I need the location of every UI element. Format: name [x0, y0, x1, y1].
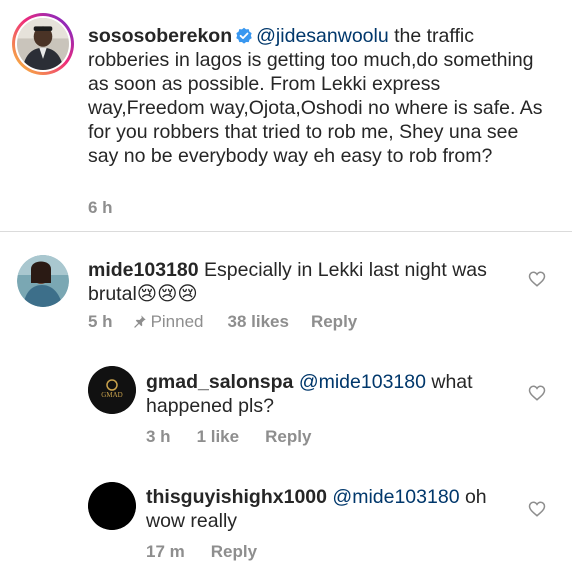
avatar-photo — [88, 482, 136, 530]
post-caption: sososoberekon @jidesanwoolu the traffic r… — [0, 0, 572, 232]
reply-button[interactable]: Reply — [311, 312, 357, 331]
pin-icon — [133, 315, 146, 328]
comment-meta: 5 h Pinned 38 likes Reply — [88, 312, 379, 332]
comment-username[interactable]: gmad_salonspa — [146, 371, 293, 393]
comment-avatar-mide103180[interactable] — [17, 255, 69, 307]
post-mention[interactable]: @jidesanwoolu — [256, 25, 389, 47]
comment-avatar-thisguyishighx1000[interactable] — [88, 482, 136, 530]
like-heart-icon[interactable] — [528, 500, 546, 518]
post-time: 6 h — [88, 198, 113, 217]
comment-mention[interactable]: @mide103180 — [332, 486, 459, 508]
like-heart-icon[interactable] — [528, 270, 546, 288]
comment-avatar-gmad-salonspa[interactable]: GMAD — [88, 366, 136, 414]
avatar-photo — [17, 255, 69, 307]
avatar-photo — [17, 18, 69, 70]
comment-time: 17 m — [146, 542, 185, 561]
reply-button[interactable]: Reply — [265, 427, 311, 446]
comment-text: thisguyishighx1000 @mide103180 oh wow re… — [146, 485, 506, 533]
likes-count[interactable]: 38 likes — [228, 312, 289, 331]
comment-time: 5 h — [88, 312, 113, 331]
post-text: sososoberekon @jidesanwoolu the traffic r… — [88, 24, 548, 168]
comment-mention[interactable]: @mide103180 — [299, 371, 426, 393]
comment-username[interactable]: mide103180 — [88, 259, 199, 281]
like-heart-icon[interactable] — [528, 384, 546, 402]
post-author-avatar[interactable] — [12, 13, 74, 75]
comment-meta: 17 m Reply — [146, 542, 279, 562]
comment-time: 3 h — [146, 427, 171, 446]
post-meta: 6 h — [88, 198, 135, 218]
gmad-logo-icon: GMAD — [88, 366, 136, 414]
comment-text: mide103180 Especially in Lekki last nigh… — [88, 258, 518, 306]
comment-text: gmad_salonspa @mide103180 what happened … — [146, 370, 506, 418]
pinned-label: Pinned — [150, 312, 204, 331]
comment-meta: 3 h 1 like Reply — [146, 427, 333, 447]
post-username[interactable]: sososoberekon — [88, 25, 232, 47]
reply-button[interactable]: Reply — [211, 542, 257, 561]
gmad-logo-text: GMAD — [101, 391, 122, 399]
comment-username[interactable]: thisguyishighx1000 — [146, 486, 327, 508]
likes-count[interactable]: 1 like — [197, 427, 240, 446]
verified-badge-icon — [236, 27, 252, 44]
